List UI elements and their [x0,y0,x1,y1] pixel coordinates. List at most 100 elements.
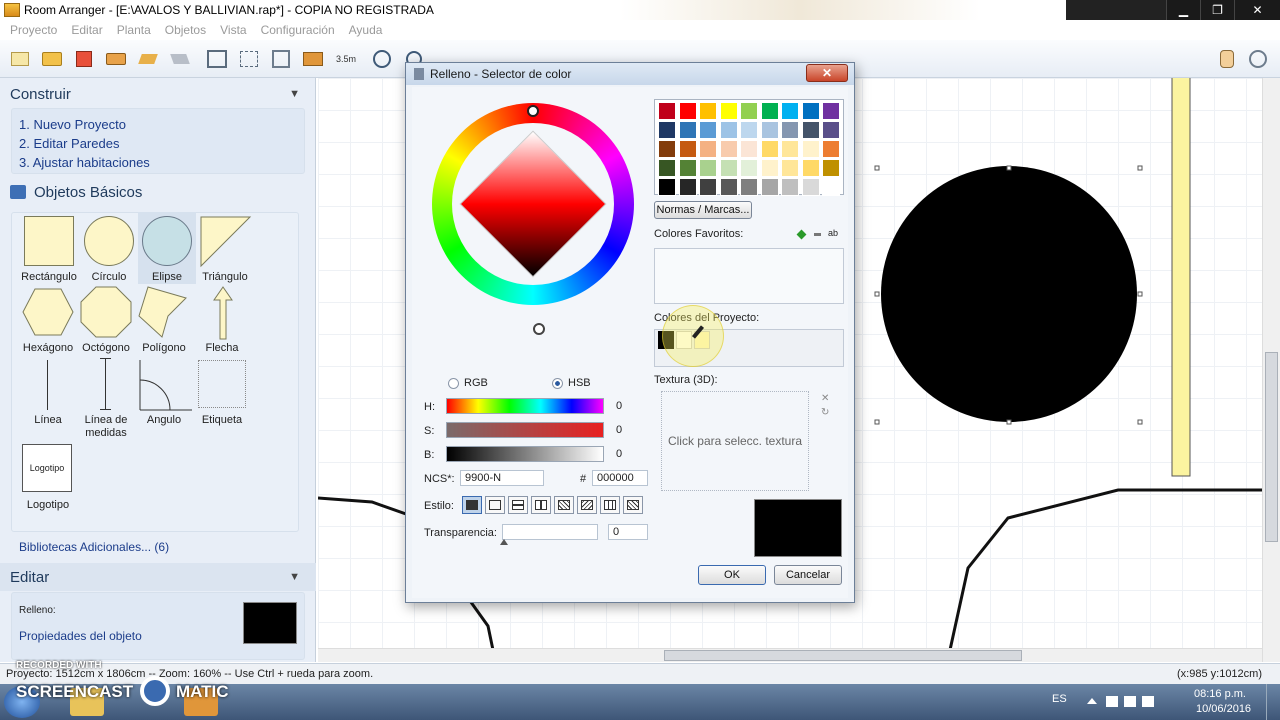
palette-swatch[interactable] [822,102,840,120]
minimize-button[interactable]: ▁ [1166,0,1200,20]
style-cross-button[interactable] [623,496,643,514]
propiedades-link[interactable]: Propiedades del objeto [19,629,142,643]
palette-swatch[interactable] [781,178,799,196]
vertical-scrollbar-thumb[interactable] [1265,352,1278,542]
palette-swatch[interactable] [699,121,717,139]
texture-box[interactable]: Click para selecc. textura [661,391,809,491]
transparency-value[interactable]: 0 [608,524,648,540]
logo-shape[interactable]: Logotipo [22,444,72,492]
step-editar-paredes[interactable]: 2. Editar Paredes [19,136,119,151]
palette-swatch[interactable] [781,121,799,139]
step-nuevo-proyecto[interactable]: 1. Nuevo Proyecto [19,117,126,132]
saturation-slider[interactable] [446,422,604,438]
palette-swatch[interactable] [781,102,799,120]
line-shape[interactable] [47,360,48,410]
palette-swatch[interactable] [740,159,758,177]
palette-swatch[interactable] [801,121,820,139]
palette-swatch[interactable] [740,102,758,120]
fit-icon[interactable] [237,48,261,70]
palette-swatch[interactable] [760,102,779,120]
brightness-slider[interactable] [446,446,604,462]
ellipse-shape[interactable] [142,216,192,266]
palette-swatch[interactable] [801,102,820,120]
palette-swatch[interactable] [719,178,738,196]
rectangle-shape[interactable] [24,216,74,266]
language-indicator[interactable]: ES [1052,693,1067,705]
undo-icon[interactable] [136,48,160,70]
dialog-title-bar[interactable]: Relleno - Selector de color [406,63,854,85]
rgb-radio[interactable] [448,378,459,389]
horizontal-scrollbar[interactable] [318,648,1262,662]
palette-swatch[interactable] [699,159,717,177]
maximize-button[interactable]: ❐ [1200,0,1234,20]
palette-swatch[interactable] [801,159,820,177]
close-button[interactable]: ✕ [1234,0,1280,20]
menu-editar[interactable]: Editar [71,23,102,37]
style-grid-button[interactable] [600,496,620,514]
palette-swatch[interactable] [699,102,717,120]
sb-handle[interactable] [533,323,545,335]
new-icon[interactable] [8,48,32,70]
texture-rotate-icon[interactable]: ↻ [821,407,829,418]
hex-input[interactable]: 000000 [592,470,648,486]
show-desktop-button[interactable] [1266,684,1280,720]
normas-marcas-button[interactable]: Normas / Marcas... [654,201,752,219]
angle-shape[interactable] [138,358,194,412]
palette-swatch[interactable] [699,178,717,196]
palette-swatch[interactable] [719,102,738,120]
palette-swatch[interactable] [760,140,779,158]
menu-objetos[interactable]: Objetos [165,23,206,37]
save-icon[interactable] [72,48,96,70]
palette-swatch[interactable] [801,140,820,158]
horizontal-scrollbar-thumb[interactable] [664,650,1022,661]
menu-planta[interactable]: Planta [117,23,151,37]
construir-header[interactable]: Construir ▼ [0,80,316,108]
redo-icon[interactable] [168,48,192,70]
palette-swatch[interactable] [678,102,697,120]
style-horizontal-button[interactable] [508,496,528,514]
clock-date[interactable]: 10/06/2016 [1196,703,1251,715]
tray-monitor-icon[interactable] [1124,696,1136,707]
palette-swatch[interactable] [822,178,840,196]
style-empty-button[interactable] [485,496,505,514]
circle-shape[interactable] [84,216,134,266]
editar-header[interactable]: Editar ▼ [0,563,316,591]
collapse-icon[interactable]: ▼ [289,571,300,583]
palette-swatch[interactable] [658,102,676,120]
octagon-shape[interactable] [80,286,132,338]
step-ajustar-habitaciones[interactable]: 3. Ajustar habitaciones [19,155,150,170]
transparency-handle[interactable] [500,539,508,545]
remove-favorite-icon[interactable] [814,233,821,236]
palette-swatch[interactable] [658,178,676,196]
measure-icon[interactable]: 3.5m [333,48,359,70]
palette-swatch[interactable] [658,140,676,158]
fill-color-swatch[interactable] [243,602,297,644]
h-value[interactable]: 0 [612,398,648,414]
palette-swatch[interactable] [719,121,738,139]
ncs-input[interactable]: 9900-N [460,470,544,486]
cancel-button[interactable]: Cancelar [774,565,842,585]
favoritos-box[interactable] [654,248,844,304]
palette-swatch[interactable] [760,121,779,139]
palette-swatch[interactable] [699,140,717,158]
walls-icon[interactable] [205,48,229,70]
palette-swatch[interactable] [740,178,758,196]
arrow-shape[interactable] [212,286,234,340]
palette-swatch[interactable] [658,121,676,139]
menu-configuracion[interactable]: Configuración [261,23,335,37]
select-icon[interactable] [269,48,293,70]
s-value[interactable]: 0 [612,422,648,438]
triangle-shape[interactable] [200,216,252,268]
label-shape[interactable] [198,360,246,408]
collapse-icon[interactable]: ▼ [289,88,300,100]
hand-icon[interactable] [1215,48,1239,70]
ok-button[interactable]: OK [698,565,766,585]
palette-swatch[interactable] [678,178,697,196]
palette-swatch[interactable] [822,159,840,177]
style-diagonal-button[interactable] [554,496,574,514]
tray-flag-icon[interactable] [1106,696,1118,707]
style-vertical-button[interactable] [531,496,551,514]
dialog-close-button[interactable]: ✕ [806,64,848,82]
add-favorite-icon[interactable] [796,229,807,240]
open-folder-icon[interactable] [40,48,64,70]
